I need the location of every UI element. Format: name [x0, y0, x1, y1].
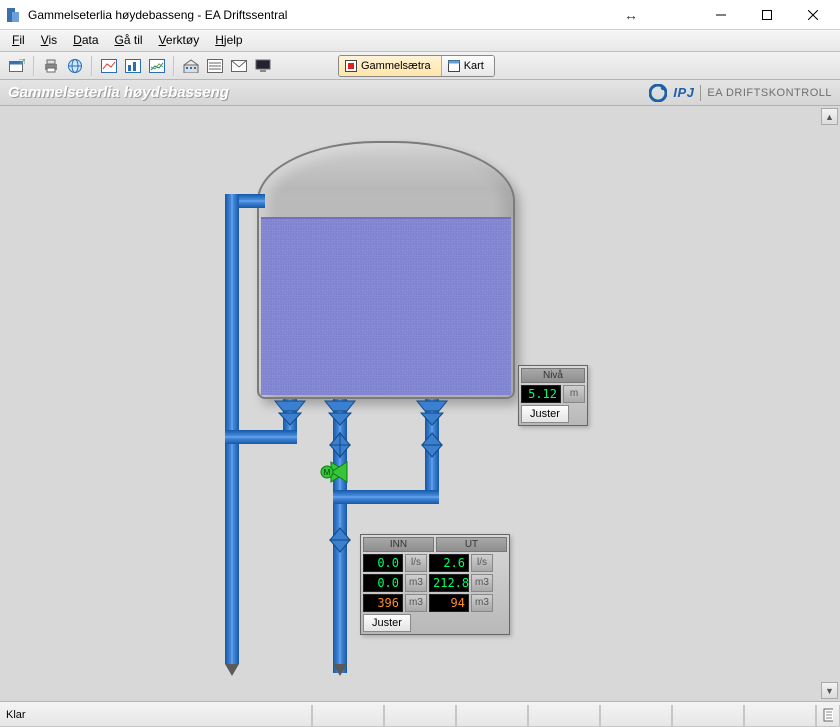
flow-unit-ls2: l/s — [471, 554, 493, 572]
menu-bar: Fil Vis Data Gå til Verktøy Hjelp — [0, 30, 840, 52]
tab-map[interactable]: Kart — [442, 56, 494, 76]
valve-icon — [323, 399, 357, 429]
chart1-icon[interactable] — [98, 55, 120, 77]
flow-unit-ls1: l/s — [405, 554, 427, 572]
status-cell — [672, 705, 744, 727]
tab-main[interactable]: Gammelsætra — [339, 56, 442, 76]
red-square-icon — [345, 60, 357, 72]
brand-logo-text: IPJ — [673, 85, 694, 100]
status-cell — [600, 705, 672, 727]
status-cell — [384, 705, 456, 727]
building-icon[interactable] — [180, 55, 202, 77]
toolbar: Gammelsætra Kart — [0, 52, 840, 80]
chart3-icon[interactable] — [146, 55, 168, 77]
scada-canvas: ▲ ▼ M — [0, 106, 840, 702]
menu-data[interactable]: Data — [65, 30, 106, 51]
valve-icon — [326, 526, 354, 554]
monitor-icon[interactable] — [252, 55, 274, 77]
scroll-up-button[interactable]: ▲ — [821, 108, 838, 125]
maximize-button[interactable] — [744, 0, 790, 30]
window-title: Gammelseterlia høydebasseng - EA Driftss… — [28, 8, 287, 22]
status-cell — [744, 705, 816, 727]
valve-icon — [415, 399, 449, 429]
tank-water-level — [261, 217, 511, 395]
scroll-down-button[interactable]: ▼ — [821, 682, 838, 699]
motor-valve-icon[interactable]: M — [319, 458, 359, 486]
menu-view[interactable]: Vis — [33, 30, 65, 51]
chart2-icon[interactable] — [122, 55, 144, 77]
app-icon — [4, 6, 22, 24]
new-window-icon[interactable] — [6, 55, 28, 77]
envelope-icon[interactable] — [228, 55, 250, 77]
svg-text:M: M — [324, 468, 331, 477]
close-button[interactable] — [790, 0, 836, 30]
flow-unit-tot2: m3 — [471, 594, 493, 612]
flow-in-m3: 0.0 — [363, 574, 403, 592]
level-gauge-title: Nivå — [521, 368, 585, 383]
menu-goto[interactable]: Gå til — [107, 30, 151, 51]
flow-unit-tot1: m3 — [405, 594, 427, 612]
view-tabs: Gammelsætra Kart — [338, 55, 495, 77]
menu-file[interactable]: Fil — [4, 30, 33, 51]
pipe — [225, 194, 239, 664]
flow-unit-m31: m3 — [405, 574, 427, 592]
flow-arrow-icon — [225, 664, 239, 676]
flow-out-ls: 2.6 — [429, 554, 469, 572]
level-adjust-button[interactable]: Juster — [521, 405, 569, 423]
valve-icon — [326, 431, 354, 459]
level-unit: m — [563, 385, 585, 403]
list-icon[interactable] — [204, 55, 226, 77]
menu-tools[interactable]: Verktøy — [151, 30, 208, 51]
globe-icon[interactable] — [64, 55, 86, 77]
minimize-button[interactable] — [698, 0, 744, 30]
flow-in-ls: 0.0 — [363, 554, 403, 572]
map-icon — [448, 60, 460, 72]
pipe — [225, 430, 297, 444]
print-icon[interactable] — [40, 55, 62, 77]
tab-main-label: Gammelsætra — [361, 60, 431, 72]
resize-handle-icon[interactable]: ↔ — [624, 7, 638, 23]
flow-adjust-button[interactable]: Juster — [363, 614, 411, 632]
brand-text: EA DRIFTSKONTROLL — [707, 87, 832, 99]
pipe — [333, 490, 439, 504]
flow-out-tot: 94 — [429, 594, 469, 612]
title-bar: Gammelseterlia høydebasseng - EA Driftss… — [0, 0, 840, 30]
status-cell — [528, 705, 600, 727]
menu-help[interactable]: Hjelp — [207, 30, 250, 51]
flow-arrow-icon — [333, 664, 347, 676]
page-header: Gammelseterlia høydebasseng IPJ EA DRIFT… — [0, 80, 840, 106]
status-cell — [456, 705, 528, 727]
level-gauge: Nivå 5.12 m Juster — [518, 365, 588, 426]
valve-icon — [273, 399, 307, 429]
page-title: Gammelseterlia høydebasseng — [8, 84, 229, 101]
flow-gauge: INN UT 0.0 l/s 2.6 l/s 0.0 m3 212.8 m3 3… — [360, 534, 510, 635]
flow-head-in: INN — [363, 537, 434, 552]
status-cell — [312, 705, 384, 727]
brand-logo-icon — [649, 84, 667, 102]
reservoir-tank — [257, 141, 515, 399]
flow-in-tot: 396 — [363, 594, 403, 612]
tab-map-label: Kart — [464, 60, 484, 72]
brand-block: IPJ EA DRIFTSKONTROLL — [649, 84, 832, 102]
flow-out-m3: 212.8 — [429, 574, 469, 592]
level-value: 5.12 — [521, 385, 561, 403]
status-ready: Klar — [0, 705, 312, 727]
status-bar: Klar — [0, 702, 840, 727]
flow-head-out: UT — [436, 537, 507, 552]
status-doc-icon[interactable] — [816, 705, 840, 727]
valve-icon — [418, 431, 446, 459]
flow-unit-m32: m3 — [471, 574, 493, 592]
